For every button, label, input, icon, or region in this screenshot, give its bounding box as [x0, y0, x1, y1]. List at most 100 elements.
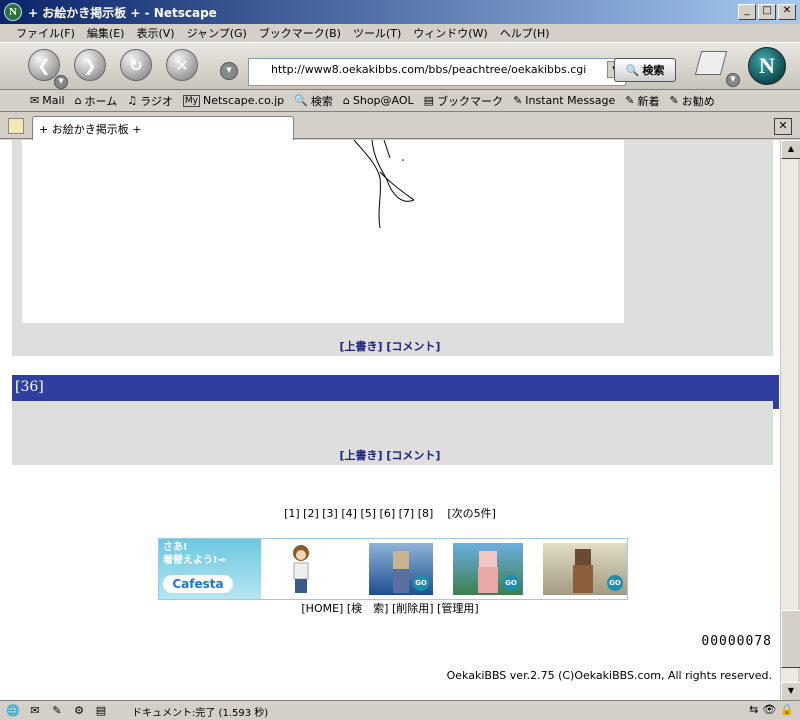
print-dropdown[interactable]: ▼: [726, 73, 740, 87]
mail-status-icon[interactable]: ✉: [26, 703, 44, 719]
scroll-thumb[interactable]: [781, 610, 800, 668]
pers-search-label: 検索: [310, 94, 333, 108]
cafesta-banner-ad[interactable]: さあ! 着替えよう!→ Cafesta GO GO GO: [158, 538, 628, 600]
url-history-icon[interactable]: ▼: [220, 62, 238, 80]
post-36-links[interactable]: [上書き] [コメント]: [0, 447, 780, 463]
close-tab-icon[interactable]: ✕: [774, 118, 792, 135]
menu-bookmarks[interactable]: ブックマーク(B): [259, 25, 341, 41]
radio-icon: ♫: [127, 94, 138, 107]
page-link-1[interactable]: [1]: [284, 507, 300, 520]
pers-netscape-label: Netscape.co.jp: [202, 94, 285, 107]
page-link-8[interactable]: [8]: [418, 507, 434, 520]
search-link[interactable]: [検 索]: [347, 602, 389, 615]
access-counter: 00000078: [701, 634, 772, 649]
pers-mail[interactable]: ✉ Mail: [30, 94, 65, 107]
pers-search[interactable]: 🔍 検索: [294, 93, 333, 109]
pers-new-label: 新着: [637, 94, 660, 108]
go-badge-1: GO: [413, 575, 429, 591]
post-prev-links[interactable]: [上書き] [コメント]: [0, 338, 780, 354]
forward-icon[interactable]: ❯: [74, 49, 106, 81]
pers-im[interactable]: ✎ Instant Message: [513, 94, 615, 107]
navigator-icon[interactable]: 🌐: [4, 703, 22, 719]
bookmark-folder-icon: ▤: [423, 94, 435, 107]
pers-recommend-label: お勧め: [681, 94, 715, 108]
footer-links: [HOME] [検 索] [削除用] [管理用]: [0, 600, 780, 616]
link-icon: ✎: [513, 94, 523, 107]
page-link-2[interactable]: [2]: [303, 507, 319, 520]
pers-home[interactable]: ⌂ ホーム: [75, 93, 118, 109]
menu-go[interactable]: ジャンプ(G): [187, 25, 247, 41]
pers-new[interactable]: ✎ 新着: [625, 93, 659, 109]
menu-window[interactable]: ウィンドウ(W): [413, 25, 487, 41]
scroll-up-icon[interactable]: ▲: [781, 140, 800, 159]
im-status-icon[interactable]: ✎: [48, 703, 66, 719]
menu-view[interactable]: 表示(V): [136, 25, 174, 41]
search-icon: 🔍: [294, 94, 308, 107]
page-link-4[interactable]: [4]: [341, 507, 357, 520]
outfit-thumb-1: GO: [369, 543, 433, 595]
page-link-6[interactable]: [6]: [380, 507, 396, 520]
vertical-scrollbar[interactable]: ▲ ▼: [780, 140, 800, 701]
menu-file[interactable]: ファイル(F): [16, 25, 75, 41]
stop-icon[interactable]: ✕: [166, 49, 198, 81]
reload-icon[interactable]: ↻: [120, 49, 152, 81]
cafesta-logo: Cafesta: [163, 575, 233, 593]
personal-toolbar: ✉ Mail ⌂ ホーム ♫ ラジオ My Netscape.co.jp 🔍 検索 ⌂ Sh…: [0, 90, 800, 112]
netscape-app-icon: N: [4, 3, 22, 21]
pers-radio[interactable]: ♫ ラジオ: [127, 93, 173, 109]
go-badge-2: GO: [503, 575, 519, 591]
pers-recommend[interactable]: ✎ お勧め: [670, 93, 715, 109]
pers-radio-label: ラジオ: [140, 94, 173, 108]
back-history-dropdown[interactable]: ▼: [54, 75, 68, 89]
address-book-icon[interactable]: ▤: [92, 703, 110, 719]
pers-bookmarks[interactable]: ▤ ブックマーク: [424, 93, 503, 109]
avatar-figure-girl: [269, 543, 333, 595]
link-icon: ✎: [625, 94, 635, 107]
new-tab-icon[interactable]: [8, 118, 24, 134]
url-input[interactable]: http://www8.oekakibbs.com/bbs/peachtree/…: [248, 58, 626, 86]
delete-link[interactable]: [削除用]: [392, 602, 434, 615]
title-bar: N + お絵かき掲示板 + - Netscape _ □ ✕: [0, 0, 800, 24]
page-link-3[interactable]: [3]: [322, 507, 338, 520]
copyright-text: OekakiBBS ver.2.75 (C)OekakiBBS.com, All…: [446, 669, 772, 682]
pers-netscape[interactable]: My Netscape.co.jp: [182, 94, 285, 107]
minimize-button[interactable]: _: [738, 4, 756, 20]
navigation-toolbar: ❮ ▼ ❯ ↻ ✕ ▼ http://www8.oekakibbs.com/bb…: [0, 42, 800, 90]
menu-edit[interactable]: 編集(E): [87, 25, 125, 41]
pers-shop[interactable]: ⌂ Shop@AOL: [343, 94, 414, 107]
pagination: [1] [2] [3] [4] [5] [6] [7] [8] [次の5件]: [0, 505, 780, 521]
page-link-5[interactable]: [5]: [360, 507, 376, 520]
pers-im-label: Instant Message: [525, 94, 616, 107]
search-button-label: 検索: [642, 64, 665, 77]
composer-icon[interactable]: ⚙: [70, 703, 88, 719]
link-icon: ✎: [669, 94, 679, 107]
admin-link[interactable]: [管理用]: [437, 602, 479, 615]
print-icon[interactable]: [694, 51, 728, 75]
privacy-icon[interactable]: 👁: [762, 703, 776, 716]
menu-tools[interactable]: ツール(T): [353, 25, 401, 41]
online-status-icon[interactable]: ⇆: [749, 703, 758, 716]
scroll-down-icon[interactable]: ▼: [781, 682, 800, 701]
magnifier-icon: 🔍: [625, 63, 640, 77]
page-link-7[interactable]: [7]: [399, 507, 415, 520]
oekaki-image: [22, 140, 624, 323]
home-link[interactable]: [HOME]: [301, 602, 343, 615]
maximize-button[interactable]: □: [758, 4, 776, 20]
pers-shop-label: Shop@AOL: [352, 94, 414, 107]
netscape-logo-icon[interactable]: N: [748, 47, 786, 85]
security-lock-icon[interactable]: 🔒: [780, 703, 794, 716]
menu-help[interactable]: ヘルプ(H): [500, 25, 550, 41]
tab-bar: + お絵かき掲示板 + ✕: [0, 113, 800, 147]
url-text: http://www8.oekakibbs.com/bbs/peachtree/…: [271, 63, 587, 76]
my-netscape-icon: My: [182, 94, 200, 107]
page-next-link[interactable]: [次の5件]: [447, 507, 496, 520]
mail-icon: ✉: [30, 94, 40, 107]
close-window-button[interactable]: ✕: [778, 4, 796, 20]
pers-mail-label: Mail: [42, 94, 65, 107]
search-button[interactable]: 🔍 検索: [614, 58, 676, 82]
outfit-thumb-3: GO: [543, 543, 627, 595]
status-text: ドキュメント:完了 (1.593 秒): [132, 708, 269, 719]
window-title: + お絵かき掲示板 + - Netscape: [28, 5, 217, 20]
menu-bar: ファイル(F) 編集(E) 表示(V) ジャンプ(G) ブックマーク(B) ツー…: [0, 24, 800, 42]
home-icon: ⌂: [74, 94, 82, 107]
